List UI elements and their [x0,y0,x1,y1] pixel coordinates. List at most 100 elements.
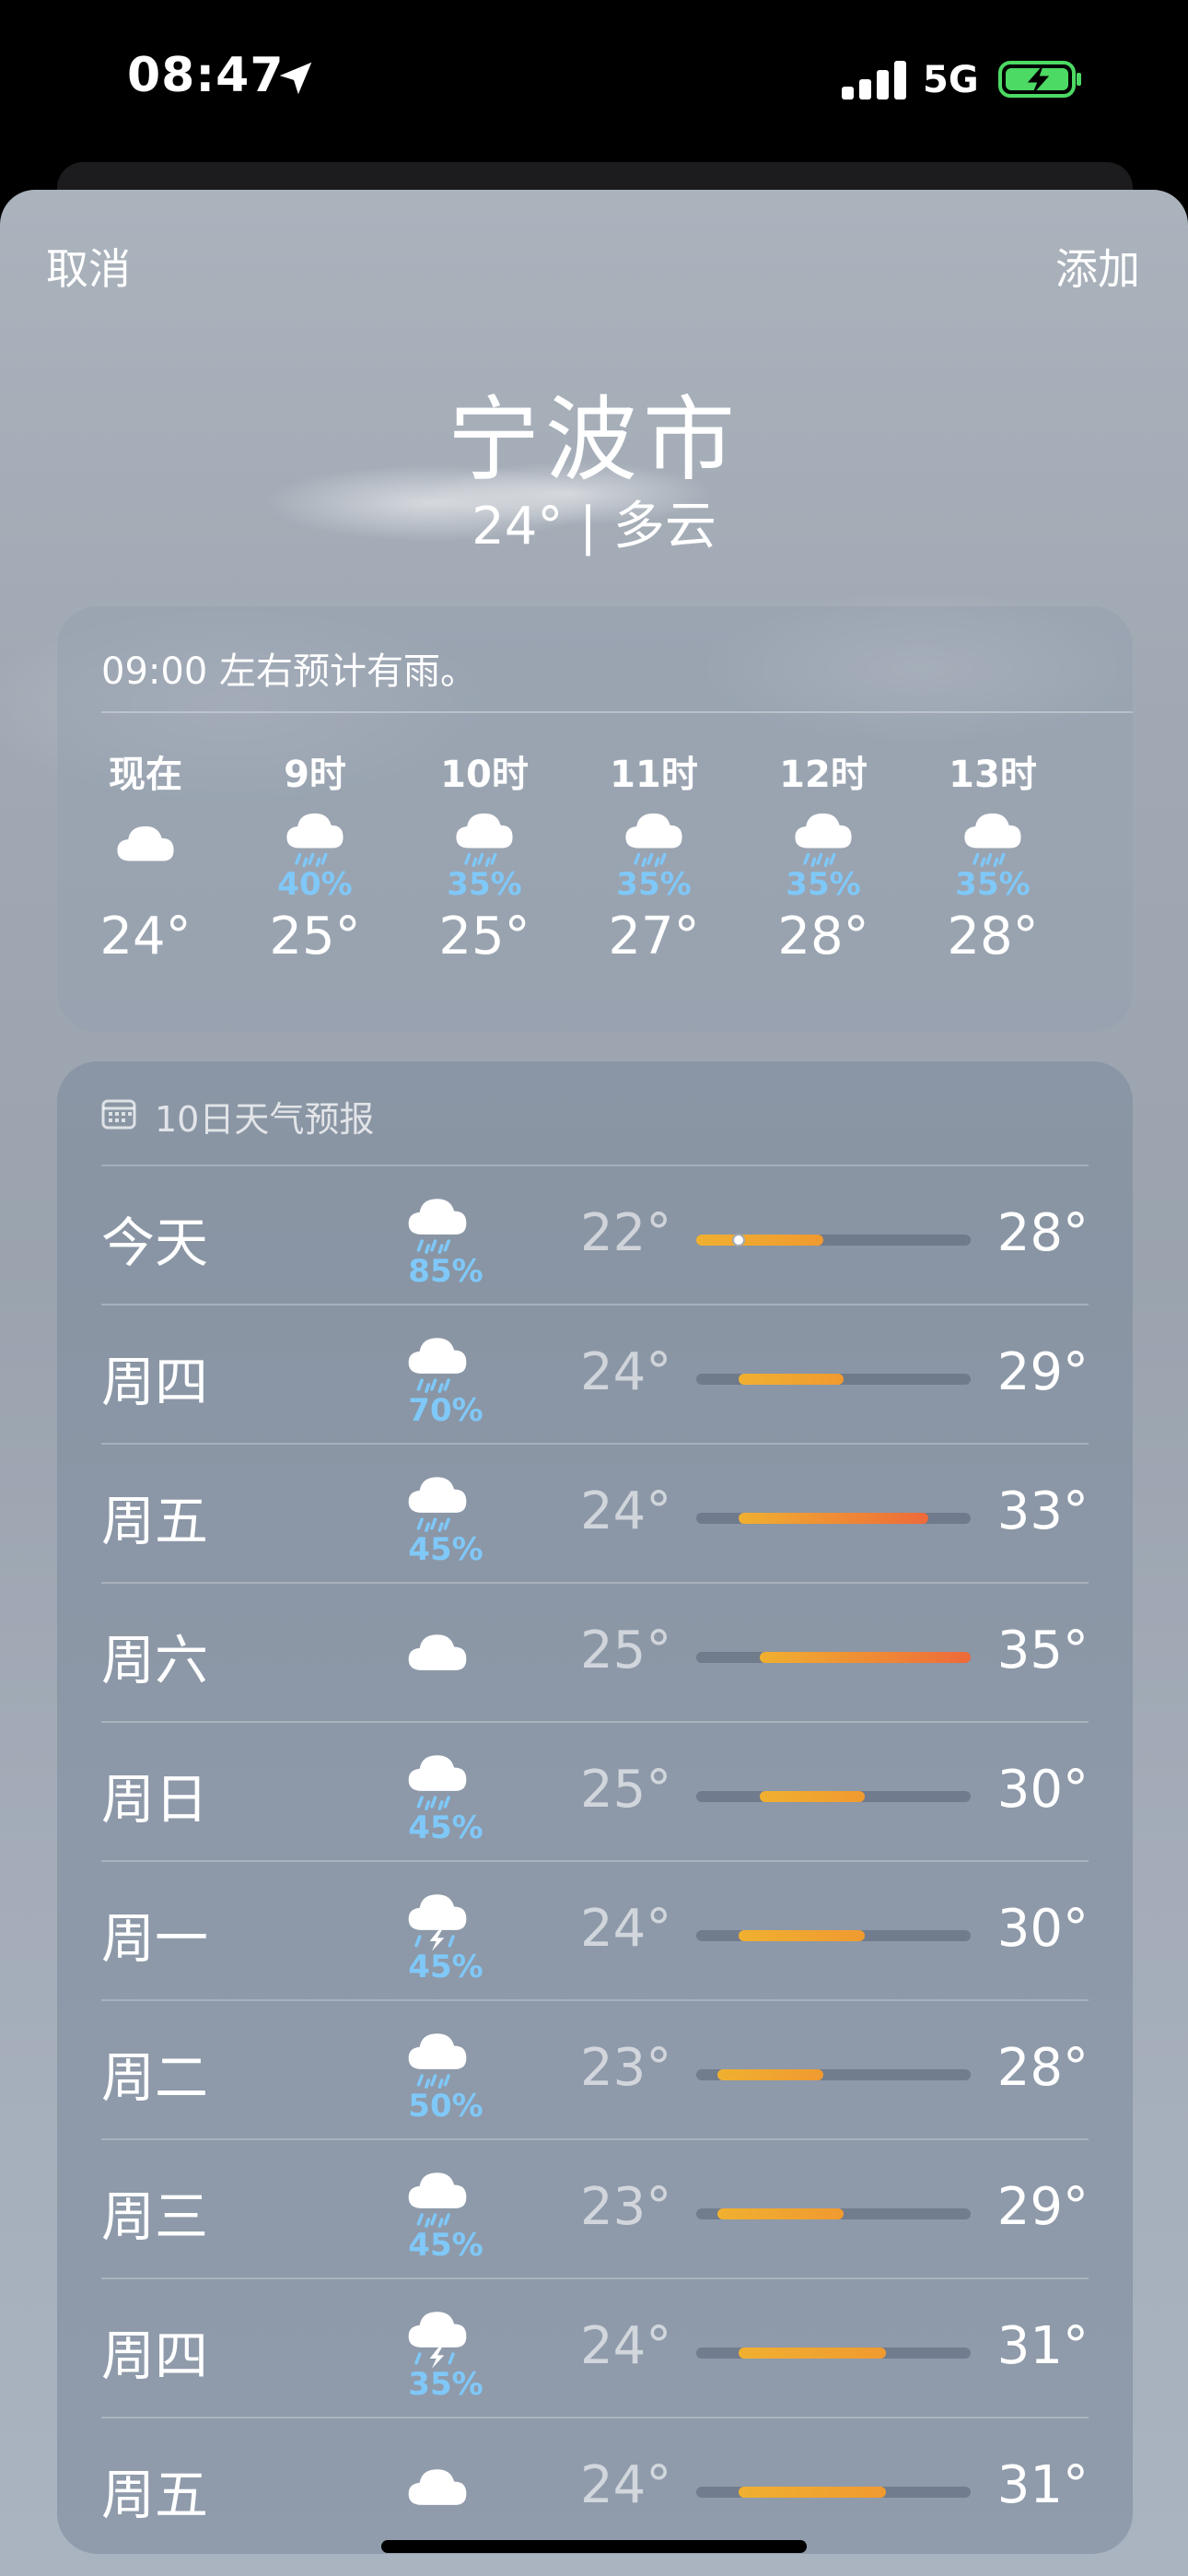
ten-day-forecast-card[interactable]: 10日天气预报 今天 85% 22° 28° 周四 70% 24° 29° 周五 45% 24° 33… [57,1061,1133,2554]
hour-temp: 27° [608,907,700,966]
precip-chance: 45% [408,1949,483,1985]
day-name: 周五 [101,1490,209,1552]
location-arrow-icon [279,62,312,95]
hour-label: 13时 [949,754,1037,796]
hour-temp: 24° [99,907,192,966]
cloud-icon [400,1617,492,1691]
add-button[interactable]: 添加 [1055,236,1140,297]
day-name: 周四 [101,2324,209,2387]
high-temp: 35° [996,1621,1089,1680]
hour-label: 1 [1089,744,1133,796]
temp-range-bar [696,1930,971,1941]
high-temp: 31° [996,2316,1089,2376]
cloud-rain-icon [919,796,1066,875]
cellular-signal-icon [842,59,906,100]
daily-row[interactable]: 周四 70% 24° 29° [101,1304,1089,1443]
temp-range-bar [696,2487,971,2498]
temp-range-fill [696,1235,823,1246]
high-temp: 28° [996,2038,1089,2098]
current-summary: 24° | 多云 [472,497,716,556]
daily-row[interactable]: 周五 24° 31° [101,2417,1089,2556]
hour-label: 现在 [109,754,182,796]
temp-range-bar [696,2069,971,2080]
hourly-note: 09:00 左右预计有雨。 [101,650,477,693]
low-temp: 24° [580,1899,672,1959]
daily-row[interactable]: 周五 45% 24° 33° [101,1443,1089,1582]
hourly-item: 现在 24° [72,744,219,971]
high-temp: 33° [996,1481,1089,1541]
temp-range-fill [759,1652,971,1663]
cloud-rain-icon [400,1181,492,1255]
low-temp: 25° [580,1621,672,1680]
low-temp: 24° [580,1342,672,1402]
current-temp-dot [731,1234,745,1247]
cloud-bolt-rain-icon [400,1877,492,1951]
day-name: 周四 [101,1351,209,1413]
hourly-item: 132 [1089,744,1133,971]
hour-temp: 28° [947,907,1039,966]
calendar-icon [101,1099,136,1130]
network-type: 5G [923,59,979,101]
low-temp: 23° [580,2177,672,2237]
precip-chance: 45% [408,1809,483,1846]
temp-range-fill [738,2487,887,2498]
cloud-rain-icon [411,796,558,875]
day-name: 周二 [101,2046,209,2109]
precip-chance: 50% [408,2088,483,2125]
hourly-item: 12时 35% 28° [750,744,897,971]
daily-row[interactable]: 周四 35% 24° 31° [101,2277,1089,2417]
cancel-button[interactable]: 取消 [46,236,131,297]
daily-row[interactable]: 周日 45% 25° 30° [101,1721,1089,1860]
day-name: 周一 [101,1907,209,1970]
temp-range-bar [696,1234,971,1247]
temp-range-bar [696,2348,971,2359]
hour-label: 10时 [440,754,529,796]
cloud-rain-icon [241,796,389,875]
hourly-forecast-card[interactable]: 09:00 左右预计有雨。 现在 24° 9时 40% 25° 10时 35% 25° 11时 3… [57,606,1133,1032]
temp-range-bar [696,1791,971,1802]
status-bar: 08:47 5G [0,0,1188,166]
low-temp: 23° [580,2038,672,2098]
temp-range-fill [738,2348,887,2359]
high-temp: 29° [996,1342,1089,1402]
day-name: 今天 [101,1212,209,1274]
low-temp: 22° [580,1203,672,1263]
weather-preview-sheet: 取消 添加 宁波市 24° | 多云 09:00 左右预计有雨。 现在 24° 9时… [0,190,1188,2576]
hour-label: 11时 [610,754,698,796]
hourly-item: 9时 40% 25° [241,744,389,971]
low-temp: 25° [580,1760,672,1820]
home-indicator[interactable] [381,2540,807,2553]
cloud-rain-icon [400,1459,492,1533]
day-name: 周三 [101,2185,209,2248]
temp-range-bar [696,1374,971,1385]
cloud-rain-icon [400,2155,492,2229]
daily-row[interactable]: 周三 45% 23° 29° [101,2138,1089,2277]
precip-chance: 70% [408,1392,483,1429]
hour-label: 12时 [779,754,868,796]
cloud-rain-icon [1089,796,1133,875]
status-time: 08:47 [127,48,285,103]
precip-chance: 35% [408,2366,483,2403]
day-name: 周六 [101,1629,209,1692]
precip-chance: 45% [408,1531,483,1568]
daily-row[interactable]: 周一 45% 24° 30° [101,1860,1089,1999]
cloud-icon [72,796,219,875]
cloud-bolt-rain-icon [400,2294,492,2369]
precip-chance: 45% [408,2227,483,2264]
low-temp: 24° [580,2316,672,2376]
low-temp: 24° [580,2455,672,2515]
high-temp: 31° [996,2455,1089,2515]
high-temp: 30° [996,1899,1089,1959]
hour-temp: 25° [438,907,530,966]
precip-chance: 85% [408,1253,483,1290]
temp-range-bar [696,2208,971,2219]
high-temp: 29° [996,2177,1089,2237]
hour-temp: 28° [777,907,869,966]
temp-range-fill [738,1930,866,1941]
daily-row[interactable]: 周六 25° 35° [101,1582,1089,1721]
temp-range-fill [716,2208,844,2219]
ten-day-title: 10日天气预报 [155,1099,375,1140]
daily-row[interactable]: 今天 85% 22° 28° [101,1165,1089,1304]
day-name: 周日 [101,1768,209,1831]
daily-row[interactable]: 周二 50% 23° 28° [101,1999,1089,2138]
